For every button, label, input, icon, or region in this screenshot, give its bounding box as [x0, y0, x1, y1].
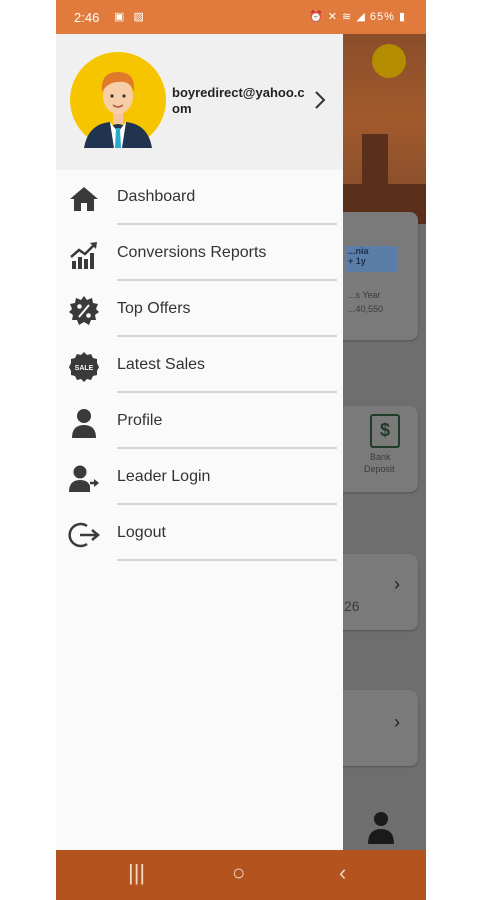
background-app: ...nia + 1y ...s Year ...40,550 $ Bank D… — [342, 34, 426, 850]
sale-icon-text: SALE — [75, 365, 94, 372]
background-card-chip: ...nia + 1y — [346, 246, 398, 272]
avatar[interactable] — [70, 52, 166, 148]
divider — [117, 559, 337, 561]
background-card-line: ...s Year — [348, 290, 381, 300]
divider — [117, 391, 337, 393]
alarm-icon: ⏰ — [308, 11, 324, 23]
system-navigation-bar: ||| ○ ‹ — [56, 850, 426, 900]
background-row-card-2: › — [342, 690, 418, 766]
battery-icon: ▮ — [398, 11, 406, 23]
menu-item-leader-login[interactable]: Leader Login — [56, 452, 343, 508]
person-arrow-icon — [68, 463, 100, 495]
background-profile-icon — [366, 810, 396, 844]
drawer-header[interactable]: boyredirect@yahoo.com — [56, 34, 343, 170]
signal-icon: ◢ — [356, 11, 366, 23]
background-bank-card: $ Bank Deposit — [342, 406, 418, 492]
divider — [117, 279, 337, 281]
logout-icon — [68, 519, 100, 551]
menu-item-top-offers[interactable]: Top Offers — [56, 284, 343, 340]
menu-item-label: Profile — [117, 412, 163, 429]
menu-item-label: Latest Sales — [117, 356, 206, 373]
chevron-right-icon: › — [394, 712, 400, 732]
back-icon[interactable]: ‹ — [339, 860, 346, 886]
divider — [117, 223, 337, 225]
recent-apps-icon[interactable]: ||| — [128, 860, 145, 886]
percent-badge-icon — [68, 295, 100, 327]
phone-screen: 2:46 ▣ ▨ ⏰ ✕ ≋ ◢ 65% ▮ ...nia + 1y ...s … — [56, 0, 426, 900]
divider — [117, 503, 337, 505]
wifi-icon: ≋ — [342, 11, 353, 23]
menu-item-profile[interactable]: Profile — [56, 396, 343, 452]
bank-label: Bank — [370, 452, 391, 462]
menu-item-label: Logout — [117, 524, 166, 541]
status-time: 2:46 — [74, 10, 100, 25]
menu-item-logout[interactable]: Logout — [56, 508, 343, 564]
chevron-right-icon[interactable] — [312, 90, 328, 110]
deposit-label: Deposit — [364, 464, 395, 474]
background-card-chip-text: ...nia — [348, 246, 369, 256]
trend-chart-icon — [68, 239, 100, 271]
user-email: boyredirect@yahoo.com — [172, 85, 305, 116]
background-number: 26 — [344, 598, 360, 614]
menu-item-conversions-reports[interactable]: Conversions Reports — [56, 228, 343, 284]
notification-icons: ▣ ▨ — [114, 10, 147, 23]
person-icon — [68, 407, 100, 439]
home-icon — [68, 183, 100, 215]
navigation-drawer: boyredirect@yahoo.com Dashboard Conversi… — [56, 34, 343, 850]
sale-tag-icon: SALE — [68, 351, 100, 383]
mute-icon: ✕ — [327, 11, 338, 23]
menu-item-label: Dashboard — [117, 188, 196, 205]
divider — [117, 335, 337, 337]
battery-level: 65% — [369, 11, 395, 23]
background-card-value: ...40,550 — [348, 304, 384, 314]
menu-item-label: Leader Login — [117, 468, 211, 485]
divider — [117, 447, 337, 449]
background-card-chip-sub: + 1y — [348, 256, 366, 266]
menu-item-dashboard[interactable]: Dashboard — [56, 172, 343, 228]
photo-notification-icon: ▣ — [114, 11, 128, 23]
background-avatar — [372, 44, 406, 78]
chevron-right-icon: › — [394, 574, 400, 594]
background-card: ...nia + 1y ...s Year ...40,550 — [342, 212, 418, 340]
status-bar: 2:46 ▣ ▨ ⏰ ✕ ≋ ◢ 65% ▮ — [56, 0, 426, 34]
home-button-icon[interactable]: ○ — [232, 860, 245, 886]
bank-icon: $ — [370, 414, 400, 448]
menu-item-label: Conversions Reports — [117, 244, 267, 261]
background-row-card-1: › 26 — [342, 554, 418, 630]
menu-item-label: Top Offers — [117, 300, 191, 317]
system-status-icons: ⏰ ✕ ≋ ◢ 65% ▮ — [309, 10, 406, 23]
gallery-notification-icon: ▨ — [133, 11, 147, 23]
menu-item-latest-sales[interactable]: SALE Latest Sales — [56, 340, 343, 396]
drawer-menu: Dashboard Conversions Reports Top Offers — [56, 172, 343, 564]
